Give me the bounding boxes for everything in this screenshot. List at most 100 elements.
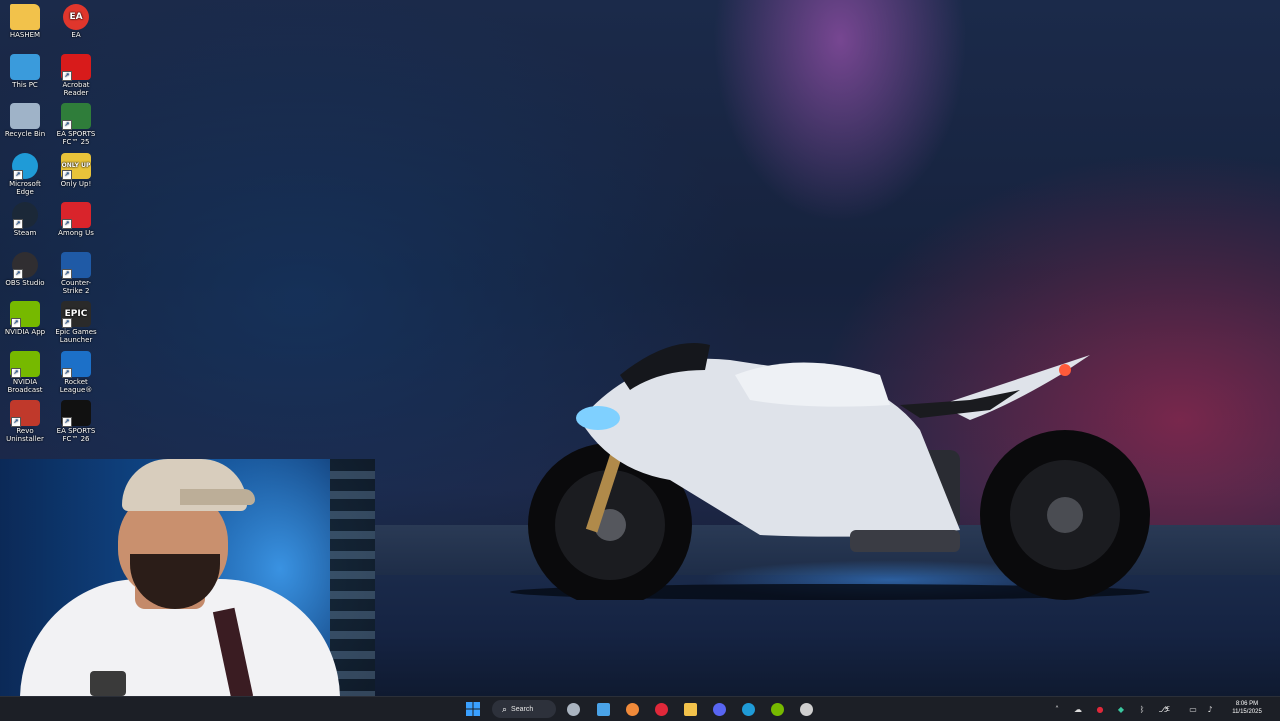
- shortcut-arrow-icon: ↗: [62, 318, 72, 328]
- edge-icon: ↗: [12, 152, 38, 180]
- shortcut-arrow-icon: ↗: [62, 169, 72, 180]
- ea-icon: EA: [63, 4, 89, 30]
- desktop-icon-rocket-league[interactable]: ↗ Rocket League®: [51, 347, 101, 394]
- epic-games-icon: EPIC ↗: [61, 301, 91, 328]
- desktop-icon-label: Counter-Strike 2: [60, 278, 92, 295]
- webcam-person-shirt-badge: [90, 671, 126, 696]
- shortcut-arrow-icon: ↗: [13, 268, 23, 279]
- clock-date: 11/15/2025: [1232, 709, 1262, 715]
- desktop-icon-folder[interactable]: HASHEM: [0, 0, 50, 39]
- desktop-icon-revo-uninstaller[interactable]: ↗ Revo Uninstaller: [0, 396, 50, 443]
- revo-uninstaller-icon: ↗: [10, 400, 40, 427]
- taskbar-app-red-app[interactable]: [650, 700, 672, 718]
- taskbar-app-settings[interactable]: [562, 700, 584, 718]
- desktop-icon-label: This PC: [12, 80, 38, 89]
- desktop-icon-counter-strike[interactable]: ↗ Counter-Strike 2: [51, 248, 101, 295]
- shortcut-arrow-icon: ↗: [13, 219, 23, 229]
- shortcut-arrow-icon: ↗: [62, 417, 72, 427]
- taskbar-app-discord[interactable]: [708, 700, 730, 718]
- desktop-icon-recycle-bin[interactable]: Recycle Bin: [0, 99, 50, 138]
- clock-time: 8:06 PM: [1235, 701, 1259, 707]
- photos-icon: [596, 702, 610, 716]
- desktop-icon-nvidia[interactable]: ↗ NVIDIA App: [0, 297, 50, 336]
- settings-icon: [566, 702, 580, 716]
- nvidia-icon: ↗: [10, 301, 40, 328]
- desktop-icon-label: Epic Games Launcher: [55, 328, 97, 344]
- red-tray-icon[interactable]: ●: [1093, 702, 1107, 716]
- desktop-icon-label: Among Us: [58, 229, 94, 237]
- nvidia-broadcast-icon: ↗: [10, 350, 40, 378]
- taskbar-app-nvidia[interactable]: [766, 700, 788, 718]
- red-app-icon: [654, 702, 668, 716]
- shortcut-arrow-icon: ↗: [11, 318, 21, 328]
- taskbar-app-file-explorer[interactable]: [679, 700, 701, 718]
- taskbar-app-obs[interactable]: [795, 700, 817, 718]
- desktop-icon-acrobat[interactable]: ↗ Acrobat Reader: [51, 50, 101, 97]
- search-icon: ⌕: [502, 703, 508, 714]
- shortcut-arrow-icon: ↗: [62, 120, 72, 130]
- nvidia-icon: [770, 702, 784, 716]
- folder-icon: [10, 4, 40, 30]
- cloud-app-icon: [625, 702, 639, 716]
- desktop-icon-label: Only Up!: [60, 179, 92, 188]
- monitor-icon: [10, 53, 40, 80]
- desktop-icon-ea[interactable]: EA EA: [51, 0, 101, 39]
- only-up-icon: ONLY UP ↗: [61, 152, 91, 180]
- desktop-icon-label: Revo Uninstaller: [6, 427, 44, 443]
- desktop-icon-label: EA SPORTS FC™ 25: [56, 130, 96, 146]
- language-indicator[interactable]: £: [1161, 702, 1175, 716]
- network-icon[interactable]: ▭: [1186, 702, 1200, 716]
- webcam-overlay: [0, 459, 375, 696]
- shortcut-arrow-icon: ↗: [13, 169, 23, 180]
- desktop-icon-label: Microsoft Edge: [9, 179, 41, 196]
- rocket-league-icon: ↗: [61, 350, 91, 378]
- desktop-icon-label: OBS Studio: [5, 278, 45, 287]
- acrobat-icon: ↗: [61, 53, 91, 81]
- desktop-icon-label: EA SPORTS FC™ 26: [56, 427, 96, 443]
- desktop-icon-monitor[interactable]: This PC: [0, 50, 50, 89]
- volume-icon[interactable]: ♪: [1203, 702, 1217, 716]
- taskbar-app-photos[interactable]: [592, 700, 614, 718]
- obs-icon: [799, 702, 813, 716]
- taskbar-search-box[interactable]: ⌕ Search: [492, 700, 556, 718]
- steam-icon: ↗: [12, 202, 38, 229]
- taskbar-app-cloud-app[interactable]: [621, 700, 643, 718]
- counter-strike-icon: ↗: [61, 251, 91, 279]
- desktop-icon-obs[interactable]: ↗ OBS Studio: [0, 248, 50, 287]
- taskbar-app-edge[interactable]: [737, 700, 759, 718]
- desktop-icon-nvidia-broadcast[interactable]: ↗ NVIDIA Broadcast: [0, 347, 50, 394]
- bluetooth-icon[interactable]: ᛒ: [1135, 702, 1149, 716]
- shortcut-arrow-icon: ↗: [62, 268, 72, 279]
- among-us-icon: ↗: [61, 202, 91, 229]
- desktop-icon-ea-fc26[interactable]: ↗ EA SPORTS FC™ 26: [51, 396, 101, 443]
- chevron-up-icon[interactable]: ˄: [1050, 702, 1064, 716]
- desktop-icon-label: NVIDIA Broadcast: [7, 377, 43, 394]
- shortcut-arrow-icon: ↗: [11, 417, 21, 427]
- ea-fc26-icon: ↗: [61, 400, 91, 427]
- desktop-icon-label: NVIDIA App: [4, 328, 46, 336]
- desktop-icon-label: EA: [71, 31, 81, 39]
- desktop-icon-label: Acrobat Reader: [62, 80, 90, 97]
- onedrive-icon[interactable]: ☁: [1071, 702, 1085, 716]
- desktop-icon-edge[interactable]: ↗ Microsoft Edge: [0, 149, 50, 196]
- edge-icon: [741, 702, 755, 716]
- desktop-icon-only-up[interactable]: ONLY UP ↗ Only Up!: [51, 149, 101, 188]
- start-icon: [466, 702, 480, 716]
- obs-icon: ↗: [12, 251, 38, 279]
- discord-icon: [712, 702, 726, 716]
- shortcut-arrow-icon: ↗: [62, 219, 72, 229]
- ea-fc25-icon: ↗: [61, 103, 91, 130]
- desktop-icon-ea-fc25[interactable]: ↗ EA SPORTS FC™ 25: [51, 99, 101, 146]
- desktop-icon-label: Recycle Bin: [4, 130, 46, 138]
- desktop-icon-among-us[interactable]: ↗ Among Us: [51, 198, 101, 237]
- desktop-icon-steam[interactable]: ↗ Steam: [0, 198, 50, 237]
- shortcut-arrow-icon: ↗: [11, 367, 21, 378]
- desktop-icon-label: Rocket League®: [59, 377, 93, 394]
- vpn-icon[interactable]: ◆: [1114, 702, 1128, 716]
- taskbar-clock[interactable]: 8:06 PM 11/15/2025: [1222, 700, 1272, 716]
- desktop-icon-epic-games[interactable]: EPIC ↗ Epic Games Launcher: [51, 297, 101, 344]
- start-button[interactable]: [462, 700, 484, 718]
- recycle-bin-icon: [10, 103, 40, 129]
- webcam-person-cap-bill: [180, 489, 255, 505]
- desktop-icon-label: HASHEM: [9, 31, 41, 39]
